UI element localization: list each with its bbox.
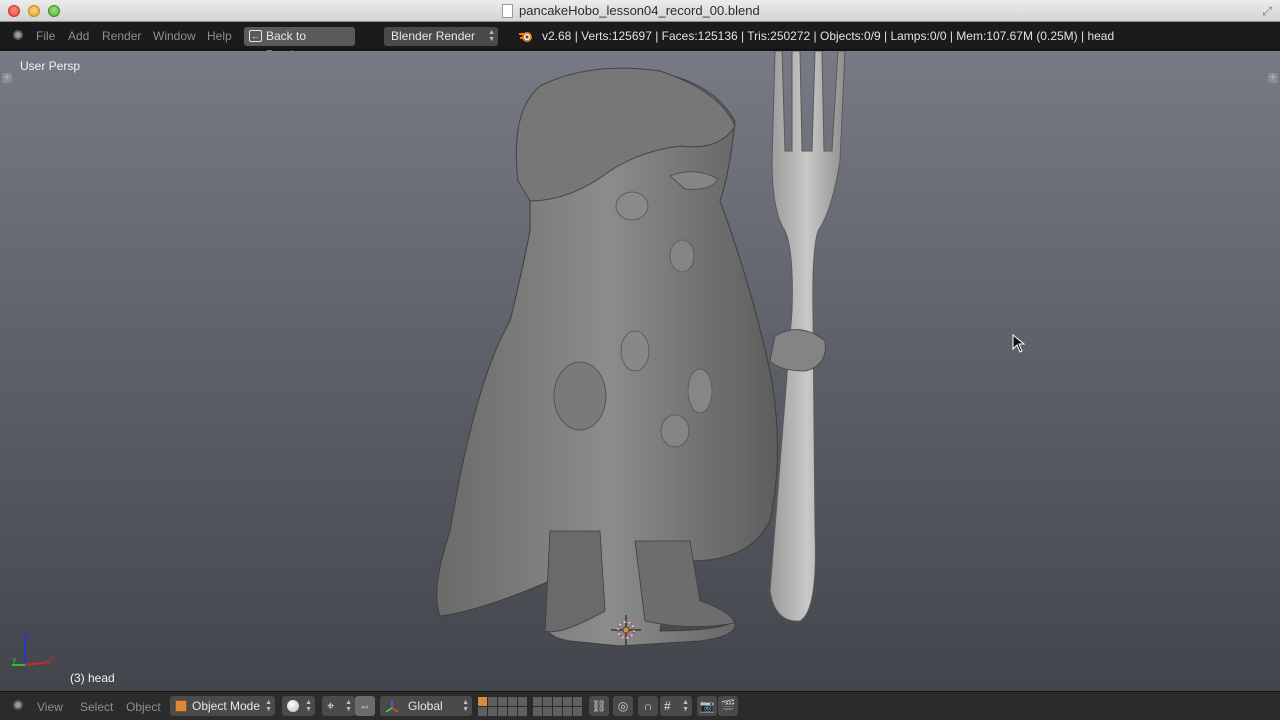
toolshelf-toggle-icon[interactable]: +: [2, 73, 12, 83]
updown-arrows-icon: ▲ ▼: [305, 699, 312, 713]
clapperboard-icon: 🎬: [720, 699, 736, 713]
scene-statistics: v2.68 | Verts:125697 | Faces:125136 | Tr…: [542, 29, 1115, 43]
render-engine-select[interactable]: Blender Render ▲ ▼: [384, 27, 498, 46]
layer-button[interactable]: [498, 707, 507, 716]
editor-type-toggle-3d[interactable]: [13, 700, 23, 710]
layer-1-active[interactable]: [478, 697, 487, 706]
window-title: pancakeHobo_lesson04_record_00.blend: [519, 3, 760, 18]
x-axis-line: [24, 661, 51, 666]
menu-window[interactable]: Window: [153, 29, 196, 43]
sphere-icon: [287, 700, 299, 712]
window-close-button[interactable]: [8, 5, 20, 17]
menu-select[interactable]: Select: [80, 700, 113, 714]
snap-element-select[interactable]: # ▲ ▼: [660, 696, 692, 716]
updown-arrows-icon: ▲ ▼: [488, 29, 495, 43]
orientation-axes-icon: [385, 700, 399, 713]
layer-button[interactable]: [543, 697, 552, 706]
manipulator-icon: ⇔: [359, 699, 371, 713]
layer-button[interactable]: [488, 707, 497, 716]
layer-button[interactable]: [573, 697, 582, 706]
menu-add[interactable]: Add: [68, 29, 89, 43]
menu-file[interactable]: File: [36, 29, 55, 43]
3d-cursor-icon[interactable]: [611, 615, 641, 645]
document-icon: [502, 4, 513, 18]
layer-button[interactable]: [508, 707, 517, 716]
scene-layers-group-2[interactable]: [533, 697, 582, 716]
layer-button[interactable]: [533, 697, 542, 706]
updown-arrows-icon: ▲ ▼: [682, 699, 689, 713]
layer-button[interactable]: [563, 697, 572, 706]
layer-button[interactable]: [498, 697, 507, 706]
layer-button[interactable]: [573, 707, 582, 716]
character-mesh: [436, 67, 826, 647]
layer-button[interactable]: [563, 707, 572, 716]
view-label: User Persp: [20, 59, 81, 73]
updown-arrows-icon: ▲ ▼: [265, 699, 272, 713]
window-minimize-button[interactable]: [28, 5, 40, 17]
3d-viewport[interactable]: User Persp + + z x y (3) head: [0, 51, 1280, 691]
window-titlebar: pancakeHobo_lesson04_record_00.blend ⤢: [0, 0, 1280, 22]
fullscreen-icon[interactable]: ⤢: [1260, 4, 1274, 18]
3d-view-header: View Select Object Object Mode ▲ ▼ ▲ ▼ ⌖ ▲…: [0, 691, 1280, 720]
updown-arrows-icon: ▲ ▼: [462, 699, 469, 713]
pivot-icon: ⌖: [327, 698, 335, 713]
properties-toggle-icon[interactable]: +: [1268, 73, 1278, 83]
layer-button[interactable]: [553, 697, 562, 706]
layer-button[interactable]: [553, 707, 562, 716]
layer-button[interactable]: [518, 707, 527, 716]
mode-select[interactable]: Object Mode ▲ ▼: [170, 696, 275, 716]
pivot-point-select[interactable]: ⌖ ▲ ▼: [322, 696, 355, 716]
back-to-previous-button[interactable]: ← Back to Previous: [244, 27, 355, 62]
x-axis-label: x: [50, 654, 55, 663]
lock-layers-button[interactable]: ⛓: [589, 696, 609, 716]
menu-help[interactable]: Help: [207, 29, 232, 43]
active-object-label: (3) head: [70, 671, 115, 685]
orientation-value: Global: [408, 699, 443, 713]
transform-orientation-select[interactable]: Global ▲ ▼: [380, 696, 472, 716]
layer-button[interactable]: [533, 707, 542, 716]
viewport-shading-select[interactable]: ▲ ▼: [282, 696, 315, 716]
editor-type-toggle[interactable]: [13, 30, 23, 40]
z-axis-label: z: [27, 631, 31, 640]
menu-view[interactable]: View: [37, 700, 63, 714]
layer-button[interactable]: [478, 707, 487, 716]
snap-grid-icon: #: [664, 699, 671, 713]
scene-layers-group-1[interactable]: [478, 697, 527, 716]
render-image-button[interactable]: 📷: [697, 696, 717, 716]
mode-value: Object Mode: [192, 699, 261, 713]
info-header: File Add Render Window Help ← Back to Pr…: [0, 23, 1280, 62]
mouse-pointer-icon: [1012, 334, 1026, 353]
manipulator-toggle[interactable]: ⇔: [355, 696, 375, 716]
window-zoom-button[interactable]: [48, 5, 60, 17]
layer-button[interactable]: [488, 697, 497, 706]
render-animation-button[interactable]: 🎬: [718, 696, 738, 716]
pancake-hobo-model[interactable]: [420, 51, 900, 661]
layer-button[interactable]: [543, 707, 552, 716]
cube-icon: [175, 700, 187, 712]
magnet-icon: ∩: [643, 699, 653, 713]
layer-button[interactable]: [508, 697, 517, 706]
y-axis-label: y: [12, 655, 17, 664]
proportional-edit-icon: ◎: [617, 699, 629, 713]
snap-toggle-button[interactable]: ∩: [638, 696, 658, 716]
layer-button[interactable]: [518, 697, 527, 706]
axis-gizmo: z x y: [12, 631, 55, 666]
render-engine-value: Blender Render: [391, 29, 476, 43]
camera-icon: 📷: [699, 699, 715, 713]
lock-icon: ⛓: [591, 699, 607, 713]
menu-render[interactable]: Render: [102, 29, 141, 43]
menu-object[interactable]: Object: [126, 700, 161, 714]
back-icon: ←: [249, 30, 262, 42]
proportional-edit-button[interactable]: ◎: [613, 696, 633, 716]
blender-logo-icon: [519, 32, 532, 42]
updown-arrows-icon: ▲ ▼: [345, 699, 352, 713]
